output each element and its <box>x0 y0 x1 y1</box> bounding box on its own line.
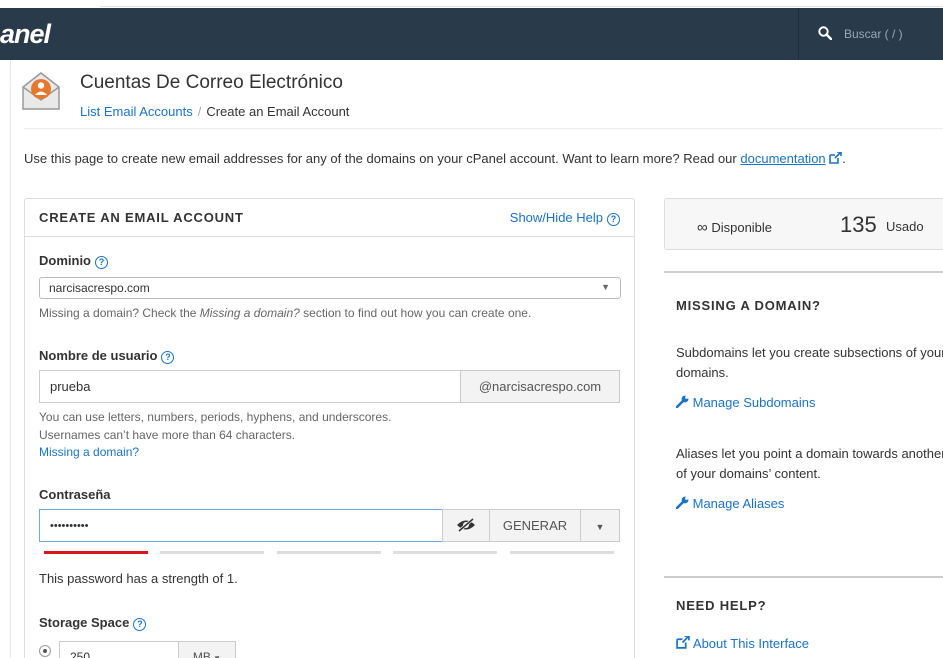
storage-limited-radio[interactable] <box>39 645 51 657</box>
page-title: Cuentas De Correo Electrónico <box>80 72 343 93</box>
storage-input[interactable]: 250 <box>59 641 179 658</box>
search-input[interactable]: Buscar ( / ) <box>844 27 903 41</box>
password-strength-text: This password has a strength of 1. <box>39 571 238 586</box>
aliases-text: Aliases let you point a domain towards a… <box>676 446 943 481</box>
domain-select[interactable]: narcisacrespo.com ▼ <box>39 277 621 299</box>
username-label: Nombre de usuario? <box>39 348 175 364</box>
domain-label: Dominio? <box>39 253 108 269</box>
eye-slash-icon <box>457 517 475 533</box>
email-accounts-icon <box>22 72 60 110</box>
about-interface-link[interactable]: About This Interface <box>676 635 809 651</box>
breadcrumb: List Email Accounts / Create an Email Acco… <box>80 104 349 119</box>
storage-label: Storage Space? <box>39 615 147 631</box>
need-help-title: NEED HELP? <box>676 598 767 613</box>
username-input[interactable]: prueba <box>39 370 461 403</box>
manage-subdomains-link[interactable]: Manage Subdomains <box>675 395 815 410</box>
storage-unit-dropdown[interactable]: MB ▼ <box>178 641 236 658</box>
account-stats: ∞ Disponible 135 Usado <box>664 198 943 250</box>
username-help-2: Usernames can’t have more than 64 charac… <box>39 428 296 442</box>
help-icon[interactable]: ? <box>607 213 620 226</box>
subdomains-text: Subdomains let you create subsections of… <box>676 345 943 380</box>
password-label: Contraseña <box>39 487 111 502</box>
wrench-icon <box>675 496 689 510</box>
top-strip <box>0 0 943 8</box>
strength-segment-5 <box>510 551 614 554</box>
username-help-icon[interactable]: ? <box>161 351 175 364</box>
breadcrumb-separator: / <box>197 104 202 119</box>
external-link-icon <box>829 151 843 164</box>
strength-segment-2 <box>160 551 264 554</box>
missing-domain-link[interactable]: Missing a domain? <box>39 444 139 460</box>
stat-used-count: 135 <box>840 212 877 237</box>
documentation-link[interactable]: documentation <box>740 151 825 166</box>
domain-suffix: @narcisacrespo.com <box>460 370 620 403</box>
password-input[interactable]: •••••••••• <box>39 509 443 542</box>
generate-password-button[interactable]: GENERAR <box>489 509 581 542</box>
card-title: CREATE AN EMAIL ACCOUNT <box>39 210 244 225</box>
missing-domain-title: MISSING A DOMAIN? <box>676 298 821 313</box>
domain-help-text: Missing a domain? Check the Missing a do… <box>39 306 532 320</box>
external-link-icon <box>676 635 690 649</box>
breadcrumb-list-email-accounts[interactable]: List Email Accounts <box>80 104 193 119</box>
caret-down-icon: ▼ <box>595 522 605 532</box>
wrench-icon <box>675 395 689 409</box>
show-hide-help-link[interactable]: Show/Hide Help? <box>510 210 620 226</box>
cpanel-logo[interactable]: anel <box>0 20 51 48</box>
top-navbar: anel Buscar ( / ) <box>0 8 943 60</box>
search-icon[interactable] <box>818 26 832 40</box>
generate-options-dropdown[interactable]: ▼ <box>580 509 620 542</box>
strength-segment-1 <box>44 551 148 554</box>
storage-help-icon[interactable]: ? <box>133 618 147 631</box>
username-help-1: You can use letters, numbers, periods, h… <box>39 410 392 424</box>
strength-segment-3 <box>277 551 381 554</box>
breadcrumb-current: Create an Email Account <box>206 104 350 119</box>
stat-available: ∞ Disponible <box>697 219 773 236</box>
toggle-password-visibility-button[interactable] <box>442 509 490 542</box>
dropdown-arrow-icon: ▼ <box>601 282 610 292</box>
intro-text: Use this page to create new email addres… <box>24 151 846 166</box>
domain-help-icon[interactable]: ? <box>95 256 108 269</box>
create-email-card: CREATE AN EMAIL ACCOUNT Show/Hide Help? … <box>24 198 635 658</box>
stat-used-label: Usado <box>886 219 924 234</box>
manage-aliases-link[interactable]: Manage Aliases <box>675 496 784 511</box>
strength-segment-4 <box>393 551 497 554</box>
